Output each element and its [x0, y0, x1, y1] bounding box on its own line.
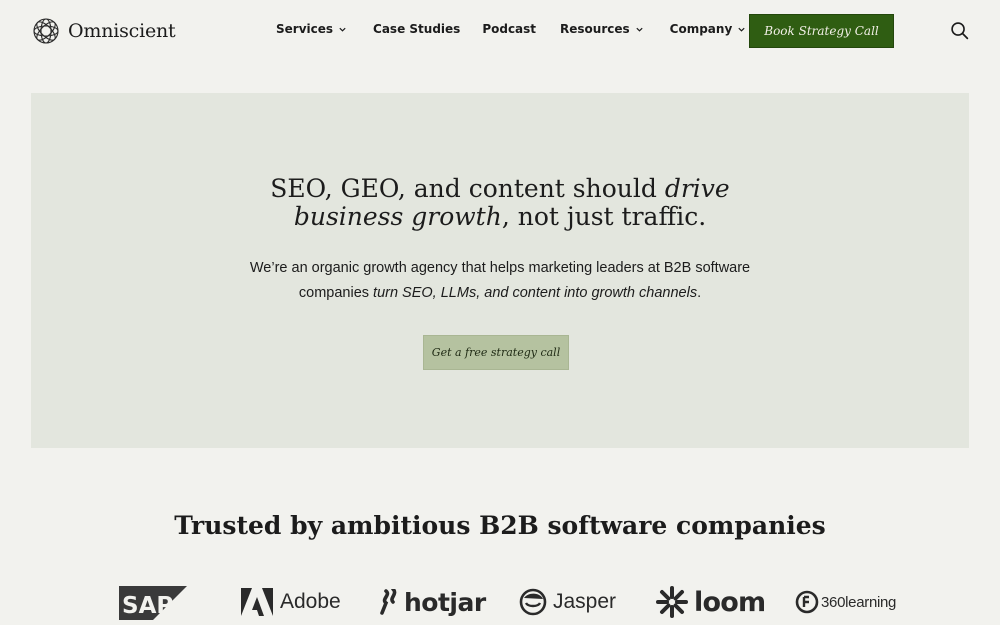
hotjar-flame-icon — [380, 589, 397, 615]
loom-logo-text: loom — [694, 586, 766, 618]
chevron-down-icon — [738, 27, 745, 32]
sap-logo-text: SAP — [122, 593, 173, 619]
hero-subtitle-part: . — [697, 285, 702, 301]
hero-section: SEO, GEO, and content should drive busin… — [31, 93, 969, 448]
nav-item-label: Podcast — [482, 22, 537, 36]
main-nav: Services Case Studies Podcast Resources … — [276, 22, 746, 36]
hero-title-emphasis: business growth — [293, 202, 502, 231]
search-icon[interactable] — [950, 21, 969, 40]
nav-item-company[interactable]: Company — [670, 22, 747, 36]
brand-logo[interactable]: Omniscient — [32, 17, 176, 45]
adobe-logo-icon — [241, 588, 273, 616]
hotjar-logo: hotjar — [380, 584, 486, 620]
nav-item-label: Resources — [560, 22, 630, 36]
nav-item-case-studies[interactable]: Case Studies — [373, 22, 460, 36]
get-free-strategy-call-button[interactable]: Get a free strategy call — [423, 335, 569, 370]
nav-item-label: Company — [669, 22, 733, 36]
omniscient-logo-icon — [33, 18, 59, 44]
hero-subtitle: We’re an organic growth agency that help… — [31, 256, 969, 306]
loom-logo: loom — [656, 584, 766, 620]
nav-item-services[interactable]: Services — [276, 22, 347, 36]
hero-title-part: , not just traffic. — [501, 202, 707, 231]
jasper-logo-text: Jasper — [553, 590, 617, 613]
loom-burst-icon — [656, 586, 688, 618]
trusted-by-heading: Trusted by ambitious B2B software compan… — [174, 511, 826, 540]
brand-name: Omniscient — [68, 20, 176, 42]
nav-item-label: Case Studies — [373, 22, 461, 36]
sap-logo: SAP — [119, 585, 187, 621]
adobe-logo-text: Adobe — [280, 590, 341, 613]
nav-item-podcast[interactable]: Podcast — [482, 22, 536, 36]
adobe-logo: Adobe — [241, 584, 341, 620]
client-logos: SAP Adobe hotjar Jasper loom 360learning — [0, 580, 1000, 625]
hotjar-logo-text: hotjar — [404, 587, 486, 617]
360learning-circle-icon — [795, 590, 819, 614]
book-strategy-call-button[interactable]: Book Strategy Call — [749, 14, 894, 48]
hero-title-part: SEO, GEO, and content should — [270, 174, 665, 203]
360learning-logo-text: 360learning — [821, 593, 897, 611]
jasper-logo: Jasper — [518, 584, 616, 620]
top-nav: Omniscient Services Case Studies Podcast… — [0, 0, 1000, 62]
nav-item-label: Services — [276, 22, 334, 36]
chevron-down-icon — [339, 27, 346, 32]
hero-subtitle-part: companies — [298, 285, 374, 301]
nav-item-resources[interactable]: Resources — [560, 22, 644, 36]
chevron-down-icon — [636, 27, 643, 32]
360learning-logo: 360learning — [795, 584, 896, 620]
hero-subtitle-part: We’re an organic growth agency that help… — [249, 260, 751, 276]
jasper-face-icon — [519, 588, 547, 616]
sap-logo-icon: SAP — [119, 586, 187, 620]
hero-title: SEO, GEO, and content should drive busin… — [31, 175, 969, 231]
hero-title-emphasis: drive — [664, 174, 730, 203]
hero-subtitle-emphasis: turn SEO, LLMs, and content into growth … — [373, 285, 698, 301]
